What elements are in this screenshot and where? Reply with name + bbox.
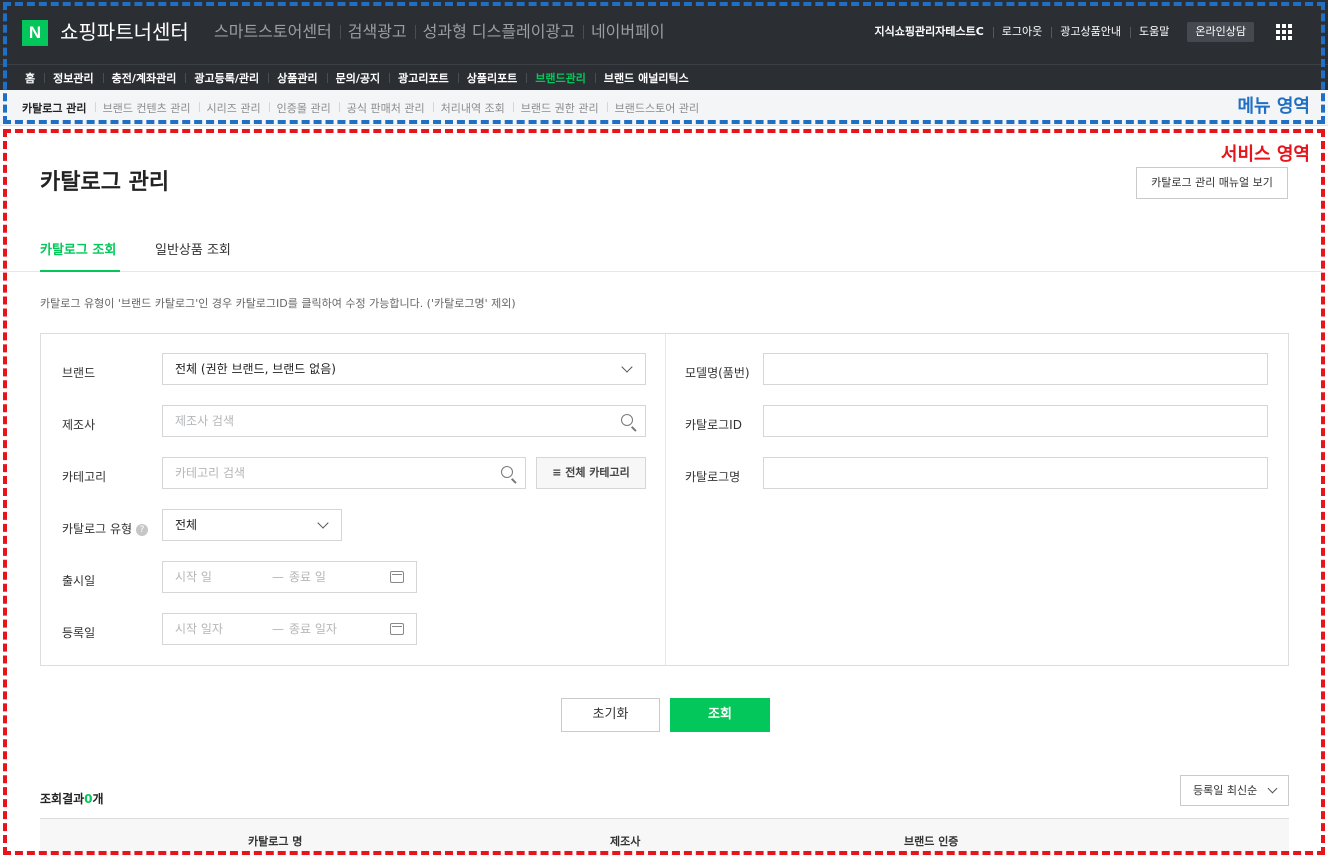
column-catalog-name[interactable]: 카탈로그 명 <box>248 833 302 849</box>
service-region-bottom-edge <box>3 851 1325 855</box>
link-search-ad[interactable]: 검색광고 <box>339 16 415 48</box>
reset-button[interactable]: 초기화 <box>561 698 660 732</box>
submenu-history[interactable]: 처리내역 조회 <box>432 100 513 116</box>
menu-brand[interactable]: 브랜드관리 <box>526 70 595 86</box>
user-area: 지식쇼핑관리자테스트C 로그아웃 광고상품안내 도움말 온라인상담 <box>866 16 1292 48</box>
date-separator: — <box>272 570 284 584</box>
catalog-id-input[interactable] <box>763 405 1268 437</box>
all-category-button[interactable]: ≡ 전체 카테고리 <box>536 457 646 489</box>
submenu-brand-content[interactable]: 브랜드 컨텐츠 관리 <box>94 100 199 116</box>
page-title: 카탈로그 관리 <box>40 170 170 195</box>
release-date-range[interactable]: 시작 일 — 종료 일 <box>162 561 417 593</box>
release-date-label: 출시일 <box>62 574 96 588</box>
link-naverpay[interactable]: 네이버페이 <box>582 16 673 48</box>
search-panel: 브랜드 전체 (권한 브랜드, 브랜드 없음) 제조사 제조사 검색 카테고리 … <box>40 333 1289 666</box>
result-label: 조회결과 <box>40 792 85 806</box>
help-icon[interactable]: ? <box>136 523 149 536</box>
manual-button[interactable]: 카탈로그 관리 매뉴얼 보기 <box>1136 167 1288 199</box>
reg-date-label: 등록일 <box>62 626 96 640</box>
model-input[interactable] <box>763 353 1268 385</box>
link-smartstore[interactable]: 스마트스토어센터 <box>206 16 340 48</box>
link-display-ad[interactable]: 성과형 디스플레이광고 <box>414 16 583 48</box>
reg-date-range[interactable]: 시작 일자 — 종료 일자 <box>162 613 417 645</box>
sort-select[interactable]: 등록일 최신순 <box>1180 775 1289 806</box>
menu-region-label: 메뉴 영역 <box>1237 96 1310 117</box>
logout-link[interactable]: 로그아웃 <box>992 16 1051 48</box>
sub-menu: 카탈로그 관리 브랜드 컨텐츠 관리 시리즈 관리 인증몰 관리 공식 판매처 … <box>0 90 1328 126</box>
submenu-official-seller[interactable]: 공식 판매처 관리 <box>338 100 433 116</box>
brand-select-value: 전체 (권한 브랜드, 브랜드 없음) <box>175 362 336 376</box>
submenu-catalog[interactable]: 카탈로그 관리 <box>14 100 95 116</box>
app-grid-icon[interactable] <box>1276 24 1292 40</box>
catalog-type-label-text: 카탈로그 유형 <box>62 522 133 536</box>
service-links: 스마트스토어센터 검색광고 성과형 디스플레이광고 네이버페이 <box>206 16 673 48</box>
catalog-type-value: 전체 <box>175 518 198 532</box>
catalog-type-label: 카탈로그 유형? <box>62 520 149 537</box>
panel-divider <box>665 334 666 665</box>
brand-select[interactable]: 전체 (권한 브랜드, 브랜드 없음) <box>162 353 646 385</box>
submenu-certified-mall[interactable]: 인증몰 관리 <box>268 100 339 116</box>
menu-inquiry[interactable]: 문의/공지 <box>326 70 390 86</box>
help-link[interactable]: 도움말 <box>1130 16 1178 48</box>
maker-search-input[interactable]: 제조사 검색 <box>162 405 646 437</box>
category-label: 카테고리 <box>62 470 107 484</box>
user-name: 지식쇼핑관리자테스트C <box>874 25 984 38</box>
online-consult-button[interactable]: 온라인상담 <box>1187 22 1254 42</box>
app-title[interactable]: 쇼핑파트너센터 <box>60 16 189 48</box>
model-label: 모델명(품번) <box>685 366 750 380</box>
release-start-placeholder: 시작 일 <box>175 570 212 584</box>
tab-general-product-search[interactable]: 일반상품 조회 <box>155 236 231 272</box>
notice-text: 카탈로그 유형이 '브랜드 카탈로그'인 경우 카탈로그ID를 클릭하여 수정 … <box>40 297 516 310</box>
result-summary: 조회결과0개 <box>40 790 104 807</box>
search-button[interactable]: 조회 <box>670 698 770 732</box>
reg-start-placeholder: 시작 일자 <box>175 622 223 636</box>
menu-home[interactable]: 홈 <box>16 70 44 86</box>
category-search-input[interactable]: 카테고리 검색 <box>162 457 526 489</box>
chevron-down-icon <box>317 517 329 529</box>
calendar-icon[interactable] <box>390 571 404 583</box>
chevron-down-icon <box>1267 783 1278 794</box>
tab-catalog-search[interactable]: 카탈로그 조회 <box>40 236 120 272</box>
menu-charge[interactable]: 충전/계좌관리 <box>102 70 186 86</box>
menu-product[interactable]: 상품관리 <box>268 70 326 86</box>
ad-product-guide-link[interactable]: 광고상품안내 <box>1051 16 1130 48</box>
menu-product-report[interactable]: 상품리포트 <box>457 70 527 86</box>
submenu-series[interactable]: 시리즈 관리 <box>198 100 269 116</box>
category-placeholder: 카테고리 검색 <box>175 466 246 480</box>
menu-ad-report[interactable]: 광고리포트 <box>389 70 458 86</box>
tab-bar: 카탈로그 조회 일반상품 조회 <box>0 236 1322 272</box>
catalog-name-input[interactable] <box>763 457 1268 489</box>
result-unit: 개 <box>92 792 104 806</box>
maker-placeholder: 제조사 검색 <box>175 414 235 428</box>
calendar-icon[interactable] <box>390 623 404 635</box>
submenu-brand-permission[interactable]: 브랜드 권한 관리 <box>512 100 607 116</box>
top-header: N 쇼핑파트너센터 스마트스토어센터 검색광고 성과형 디스플레이광고 네이버페… <box>0 0 1328 64</box>
catalog-id-label: 카탈로그ID <box>685 418 742 432</box>
menu-ad-register[interactable]: 광고등록/관리 <box>185 70 268 86</box>
maker-label: 제조사 <box>62 418 96 432</box>
sort-value: 등록일 최신순 <box>1193 784 1258 797</box>
search-icon[interactable] <box>621 414 633 426</box>
column-brand-cert[interactable]: 브랜드 인증 <box>904 833 958 849</box>
catalog-type-select[interactable]: 전체 <box>162 509 342 541</box>
submenu-brand-store[interactable]: 브랜드스토어 관리 <box>606 100 707 116</box>
brand-label: 브랜드 <box>62 366 96 380</box>
chevron-down-icon <box>621 361 633 373</box>
search-icon[interactable] <box>501 466 513 478</box>
result-count: 0 <box>84 792 93 806</box>
main-menu: 홈 정보관리 충전/계좌관리 광고등록/관리 상품관리 문의/공지 광고리포트 … <box>0 64 1328 90</box>
reg-end-placeholder: 종료 일자 <box>289 622 337 636</box>
date-separator: — <box>272 622 284 636</box>
service-region-label: 서비스 영역 <box>1220 144 1310 165</box>
naver-logo-icon[interactable]: N <box>22 20 48 46</box>
column-maker[interactable]: 제조사 <box>610 833 640 849</box>
menu-info[interactable]: 정보관리 <box>44 70 102 86</box>
release-end-placeholder: 종료 일 <box>289 570 326 584</box>
catalog-name-label: 카탈로그명 <box>685 470 741 484</box>
menu-brand-analytics[interactable]: 브랜드 애널리틱스 <box>594 70 698 86</box>
